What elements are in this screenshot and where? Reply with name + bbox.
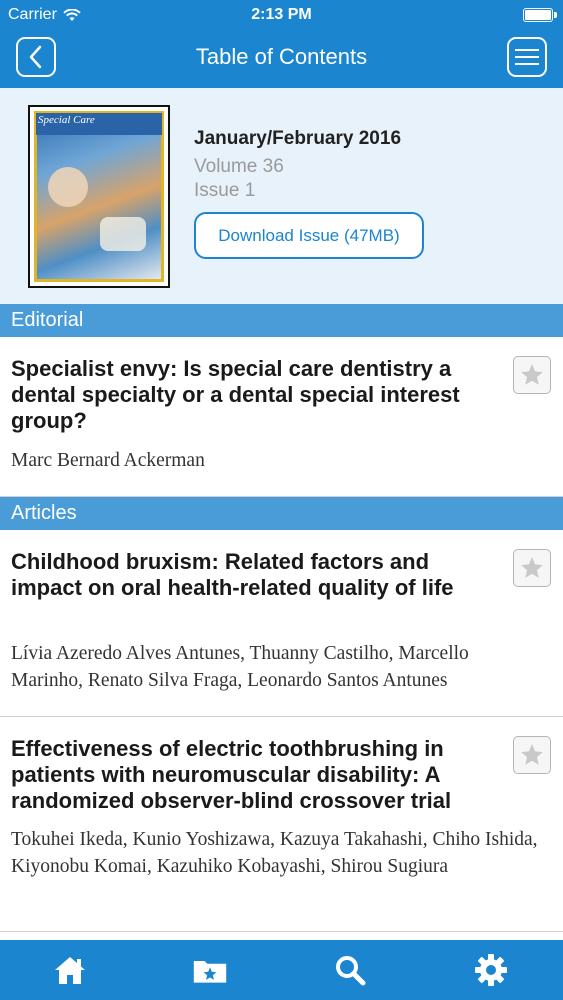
article-row[interactable]: Effectiveness of electric toothbrushing … (0, 717, 563, 932)
article-title[interactable]: Effectiveness of electric toothbrushing … (11, 736, 501, 814)
article-row[interactable]: Childhood bruxism: Related factors and i… (0, 530, 563, 717)
section-header-articles: Articles (0, 497, 563, 530)
settings-gear-icon (475, 954, 507, 986)
favorite-button[interactable] (513, 356, 551, 394)
cover-masthead-text: Special Care (38, 114, 95, 126)
issue-volume: Volume 36 (194, 156, 284, 177)
menu-button[interactable] (507, 37, 547, 77)
article-authors: Lívia Azeredo Alves Antunes, Thuanny Cas… (11, 643, 469, 691)
cover-photo-detail (48, 167, 88, 207)
status-time: 2:13 PM (251, 6, 312, 23)
home-icon (55, 957, 85, 984)
status-bar: Carrier 2:13 PM (0, 0, 563, 30)
tab-search[interactable] (332, 952, 368, 988)
hamburger-icon-line (515, 63, 539, 65)
article-title[interactable]: Specialist envy: Is special care dentist… (11, 356, 501, 434)
hamburger-icon-line (515, 56, 539, 58)
issue-cover-image[interactable]: Special Care (28, 105, 170, 288)
navigation-bar: Carrier 2:13 PM Table of Contents (0, 0, 563, 88)
favorite-button[interactable] (513, 736, 551, 774)
star-icon (521, 557, 543, 578)
star-icon (521, 364, 543, 385)
tab-settings[interactable] (473, 952, 509, 988)
download-issue-button[interactable]: Download Issue (47MB) (194, 212, 424, 259)
issue-date: January/February 2016 (194, 128, 402, 149)
article-title[interactable]: Childhood bruxism: Related factors and i… (11, 549, 501, 601)
tab-bar (0, 940, 563, 1000)
search-icon (336, 956, 366, 986)
issue-number: Issue 1 (194, 180, 256, 201)
article-authors: Marc Bernard Ackerman (11, 450, 205, 471)
tab-bookmarks[interactable] (192, 952, 228, 988)
favorite-button[interactable] (513, 549, 551, 587)
issue-header: Special Care January/February 2016 Volum… (0, 88, 563, 304)
hamburger-icon-line (515, 49, 539, 51)
article-row[interactable]: Specialist envy: Is special care dentist… (0, 337, 563, 497)
page-title: Table of Contents (195, 44, 368, 69)
battery-icon (523, 8, 557, 22)
tab-home[interactable] (52, 952, 88, 988)
article-authors: Tokuhei Ikeda, Kunio Yoshizawa, Kazuya T… (11, 829, 538, 877)
cover-photo-detail (100, 217, 146, 251)
section-header-editorial: Editorial (0, 304, 563, 337)
bookmarks-folder-icon (193, 961, 227, 983)
star-icon (521, 744, 543, 765)
